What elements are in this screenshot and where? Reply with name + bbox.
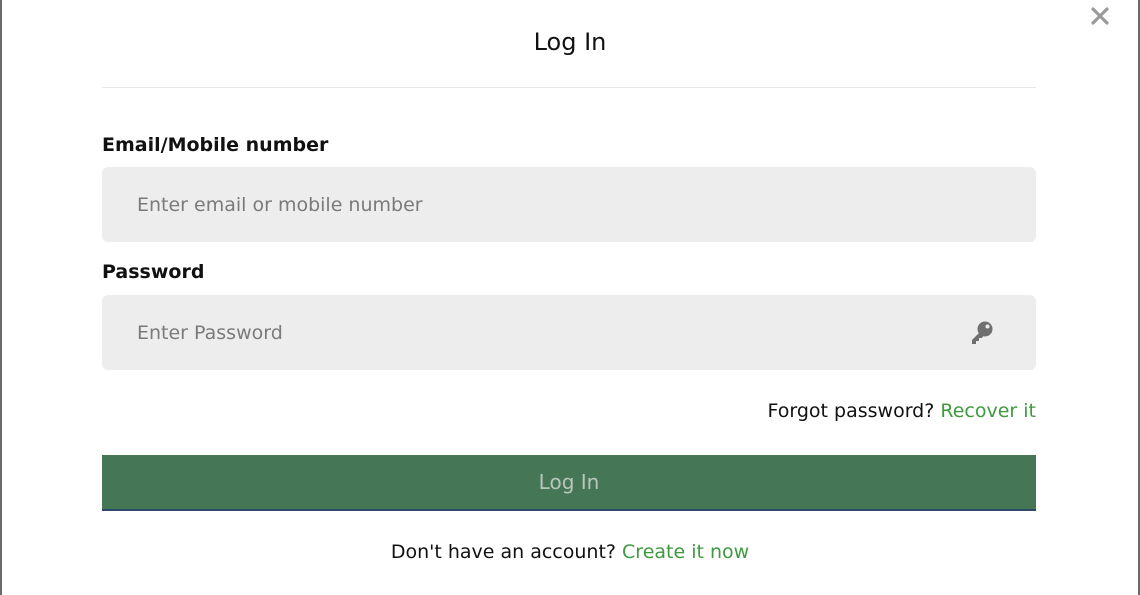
create-account-link[interactable]: Create it now xyxy=(622,541,749,563)
forgot-password-row: Forgot password? Recover it xyxy=(768,400,1037,422)
password-field-container xyxy=(102,295,1036,370)
email-field-container xyxy=(102,167,1036,242)
forgot-password-text: Forgot password? xyxy=(767,400,935,422)
dialog-left-border xyxy=(0,0,2,595)
dialog-title: Log In xyxy=(533,28,607,56)
signup-row: Don't have an account? Create it now xyxy=(0,541,1140,563)
login-dialog: Log In Email/Mobile number Password Forg… xyxy=(0,0,1140,595)
key-icon[interactable] xyxy=(968,319,996,347)
password-input[interactable] xyxy=(137,295,937,370)
close-icon xyxy=(1091,7,1109,25)
title-divider xyxy=(102,87,1036,88)
email-input[interactable] xyxy=(137,167,937,242)
login-button[interactable]: Log In xyxy=(102,455,1036,511)
close-button[interactable] xyxy=(1088,4,1112,28)
recover-link[interactable]: Recover it xyxy=(940,400,1036,422)
password-label: Password xyxy=(102,261,205,283)
email-label: Email/Mobile number xyxy=(102,134,329,156)
signup-text: Don't have an account? xyxy=(390,541,616,563)
